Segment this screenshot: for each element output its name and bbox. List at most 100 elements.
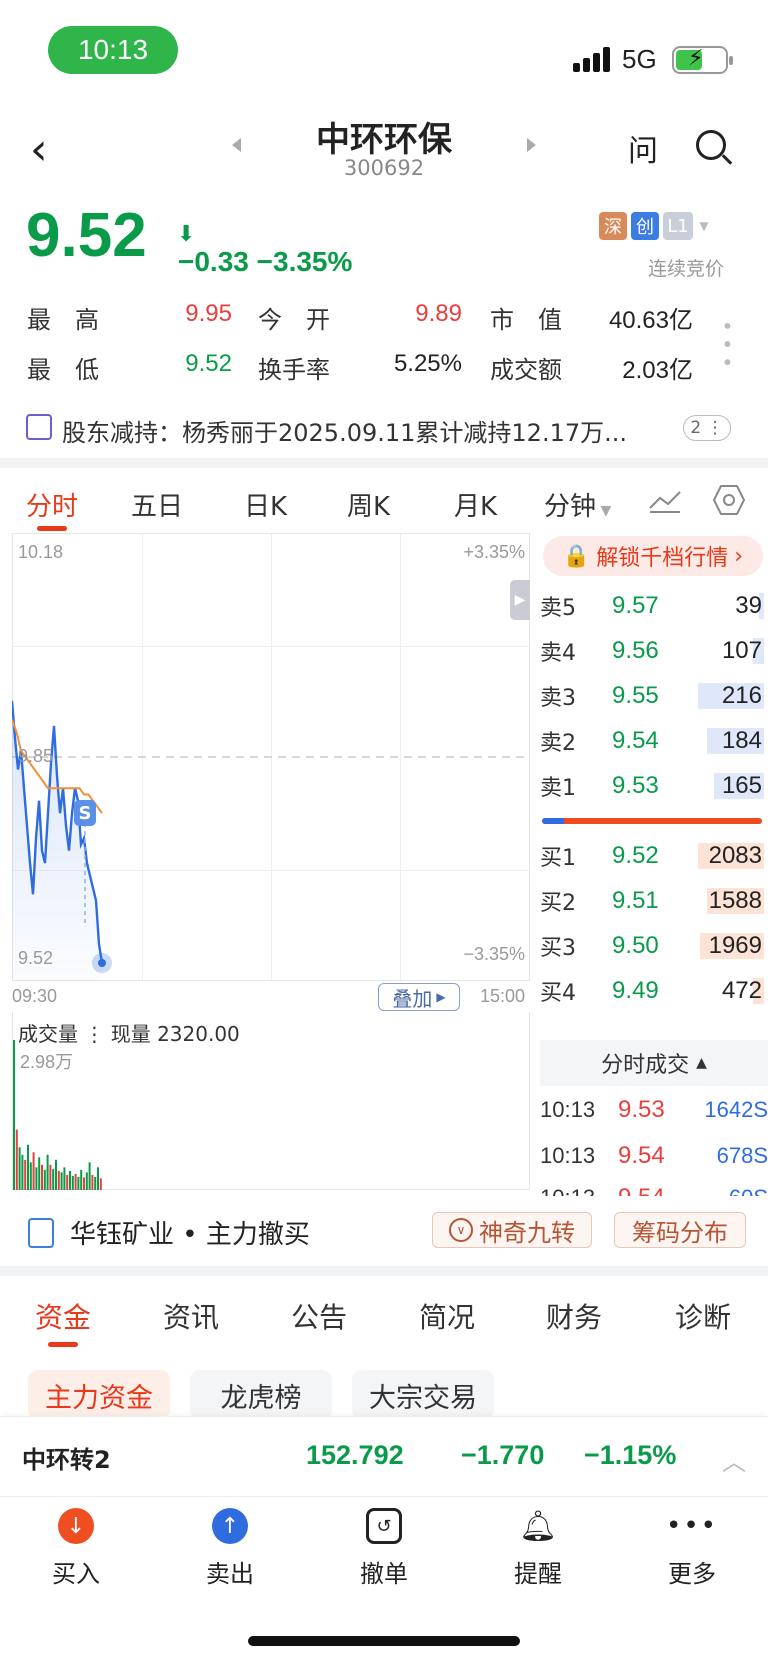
next-stock-icon[interactable] (527, 138, 536, 152)
order-level-label: 卖5 (540, 596, 576, 621)
alert-text[interactable]: 华钰矿业 • 主力撤买 (70, 1214, 310, 1251)
order-price: 9.51 (612, 887, 659, 914)
volume-bar (38, 1157, 41, 1190)
cancel-order-button[interactable]: ↺ 撤单 (334, 1508, 434, 1589)
news-headline[interactable]: 股东减持：杨秀丽于2025.09.11累计减持12.17万... (62, 413, 662, 448)
volume-bar (15, 1129, 18, 1190)
tab-monthly-k[interactable]: 月K (454, 486, 497, 523)
price-area (12, 700, 102, 981)
bid-row[interactable]: 买3 9.50 1969 (540, 926, 768, 966)
trade-price: 9.54 (618, 1142, 665, 1169)
volume-bar (77, 1176, 80, 1190)
subtab-block-trade[interactable]: 大宗交易 (352, 1370, 494, 1420)
stat-value-turnover: 5.25% (393, 350, 462, 377)
tab-minute[interactable]: 分钟 ▼ (544, 486, 611, 523)
tab-intraday[interactable]: 分时 (26, 486, 78, 523)
ask-row[interactable]: 卖3 9.55 216 (540, 676, 768, 716)
tab-five-day[interactable]: 五日 (131, 486, 183, 523)
trades-header[interactable]: 分时成交 ▲ (540, 1040, 768, 1086)
volume-bar (88, 1162, 91, 1190)
pct-bottom-label: −3.35% (463, 944, 525, 964)
stat-label-amount: 成交额 (490, 356, 562, 384)
order-price: 9.56 (612, 637, 659, 664)
volume-bar (85, 1172, 88, 1190)
cancel-order-label: 撤单 (360, 1560, 408, 1588)
ask-row[interactable]: 卖1 9.53 165 (540, 766, 768, 806)
bid-row[interactable]: 买2 9.51 1588 (540, 881, 768, 921)
chevron-up-icon[interactable]: ︿ (722, 1442, 746, 1477)
unlock-depth-button[interactable]: 🔒 解锁千档行情 › (543, 536, 763, 576)
trade-time: 10:13 (540, 1097, 596, 1122)
buy-button[interactable]: ↓ 买入 (26, 1508, 126, 1589)
trade-row: 10:13 9.54 60S (540, 1184, 768, 1196)
volume-bar (97, 1167, 99, 1190)
ask-row[interactable]: 卖5 9.57 39 (540, 586, 768, 626)
tab-weekly-k[interactable]: 周K (347, 486, 390, 523)
stat-value-mktcap: 40.63亿 (608, 307, 693, 334)
volume-bar (13, 1040, 15, 1190)
more-button[interactable]: ••• 更多 (642, 1508, 742, 1589)
trade-volume: 60S (678, 1185, 768, 1196)
order-price: 9.52 (612, 842, 659, 869)
tab-diagnosis[interactable]: 诊断 (675, 1296, 731, 1336)
status-time: 10:13 (48, 26, 178, 74)
search-icon[interactable] (696, 130, 726, 160)
stat-label-open: 今 开 (258, 306, 330, 334)
ask-row[interactable]: 卖2 9.54 184 (540, 721, 768, 761)
ask-button[interactable]: 问 (628, 126, 658, 170)
overlay-button[interactable]: 叠加 ▶ (378, 983, 460, 1011)
stat-value-low: 9.52 (185, 350, 232, 377)
expand-panel-handle[interactable]: ▶ (510, 580, 530, 620)
tab-news[interactable]: 资讯 (163, 1296, 219, 1336)
tab-daily-k[interactable]: 日K (244, 486, 287, 523)
more-label: 更多 (668, 1560, 716, 1588)
order-level-label: 买1 (540, 846, 576, 871)
more-stats-icon[interactable]: • • • (715, 320, 739, 368)
sell-button[interactable]: ↑ 卖出 (180, 1508, 280, 1589)
tab-announcements[interactable]: 公告 (291, 1296, 347, 1336)
draw-line-icon[interactable] (648, 488, 682, 514)
volume-bar (49, 1164, 52, 1190)
alert-button[interactable]: 🔔︎ 提醒 (488, 1508, 588, 1589)
stat-label-high: 最 高 (27, 306, 99, 334)
price-change: −0.33 −3.35% (178, 246, 352, 278)
order-level-label: 卖4 (540, 641, 576, 666)
trading-status: 连续竞价 (648, 258, 725, 280)
settings-icon[interactable] (712, 484, 746, 516)
order-volume: 184 (721, 727, 762, 754)
ask-row[interactable]: 卖4 9.56 107 (540, 631, 768, 671)
bid-row[interactable]: 买4 9.49 472 (540, 971, 768, 1011)
tab-financials[interactable]: 财务 (546, 1296, 602, 1336)
order-volume: 1588 (708, 887, 762, 914)
stat-value-open: 9.89 (415, 300, 462, 327)
chip-distribution-button[interactable]: 筹码分布 (614, 1212, 746, 1248)
trades-list[interactable]: 10:13 9.53 1642S 10:13 9.54 678S 10:13 9… (540, 1096, 768, 1196)
exchange-badge: 深 (599, 212, 627, 240)
news-count-badge[interactable]: 2 ⋮ (683, 415, 731, 441)
level-badge[interactable]: L1 (663, 212, 693, 240)
y-axis-bottom-label: 9.52 (18, 948, 54, 968)
home-indicator[interactable] (248, 1636, 520, 1646)
volume-bar (18, 1147, 21, 1190)
signal-marker[interactable]: S (74, 800, 96, 826)
subtab-main-funds[interactable]: 主力资金 (28, 1370, 170, 1420)
subtab-dragon-tiger[interactable]: 龙虎榜 (190, 1370, 332, 1420)
volume-bar (99, 1178, 102, 1190)
trades-title: 分时成交 (601, 1053, 690, 1078)
bid-row[interactable]: 买1 9.52 2083 (540, 836, 768, 876)
trade-volume: 678S (716, 1143, 768, 1168)
sell-label: 卖出 (206, 1560, 254, 1588)
y-axis-mid-label: 9.85 (18, 746, 54, 766)
volume-bar (35, 1167, 38, 1190)
volume-bar (80, 1169, 83, 1190)
trade-time: 10:13 (540, 1185, 618, 1196)
bond-change-pct: −1.15% (584, 1440, 677, 1470)
volume-bar (41, 1164, 43, 1190)
tab-profile[interactable]: 简况 (419, 1296, 475, 1336)
tab-funds[interactable]: 资金 (35, 1296, 91, 1336)
trade-row: 10:13 9.54 678S (540, 1142, 768, 1170)
magic-nine-button[interactable]: ∨ 神奇九转 (432, 1212, 592, 1248)
network-label: 5G (622, 44, 657, 74)
order-volume: 39 (735, 592, 762, 619)
chevron-down-icon[interactable]: ▼ (697, 212, 711, 240)
